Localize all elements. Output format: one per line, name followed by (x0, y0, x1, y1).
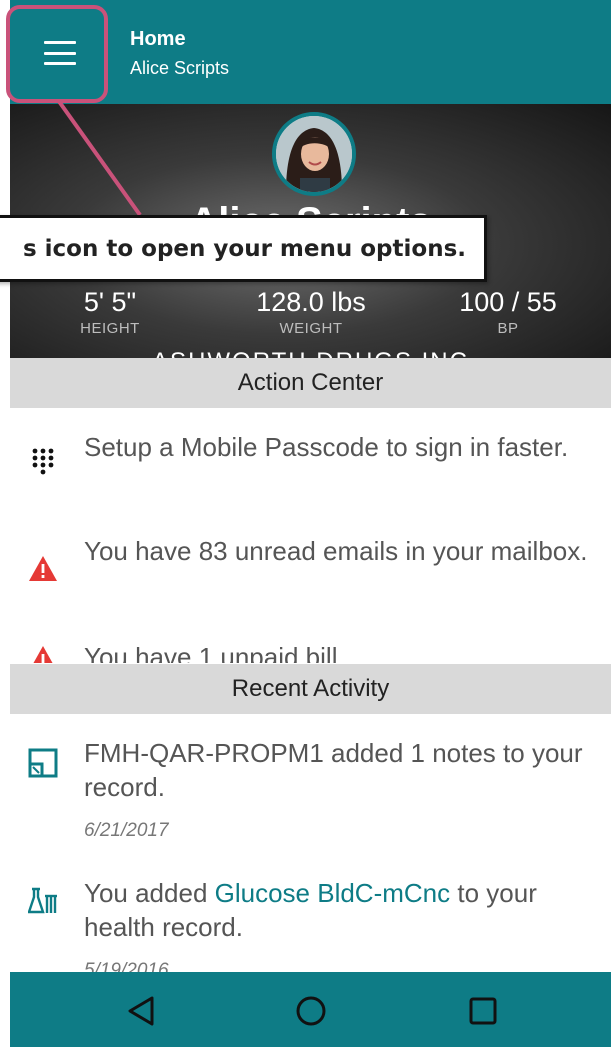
action-item-text: Setup a Mobile Passcode to sign in faste… (84, 432, 569, 462)
activity-item-date: 6/21/2017 (84, 820, 169, 841)
activity-item-text: FMH-QAR-PROPM1 added 1 notes to your rec… (84, 738, 583, 802)
menu-highlight-outline (6, 5, 108, 103)
height-stat: 5' 5" HEIGHT (20, 287, 200, 337)
warning-icon (29, 556, 57, 581)
bp-value: 100 / 55 (459, 287, 557, 317)
activity-item-text: You added Glucose BldC-mCnc to your heal… (84, 876, 604, 944)
warning-icon (33, 646, 53, 663)
home-circle-icon[interactable] (294, 994, 328, 1028)
activity-item-notes[interactable]: FMH-QAR-PROPM1 added 1 notes to your rec… (10, 736, 611, 856)
activity-item-date: 5/19/2016 (84, 960, 169, 972)
action-center-header: Action Center (10, 358, 611, 408)
height-label: HEIGHT (80, 320, 140, 337)
keypad-icon (32, 448, 54, 475)
page-title: Home (130, 28, 186, 50)
tutorial-tooltip: s icon to open your menu options. (0, 215, 487, 282)
action-item-bill[interactable]: You have 1 unpaid bill. (10, 640, 611, 663)
android-nav-bar (10, 972, 611, 1047)
page-subtitle: Alice Scripts (130, 58, 230, 78)
action-item-text: You have 83 unread emails in your mailbo… (84, 536, 588, 566)
activity-item-glucose[interactable]: You added Glucose BldC-mCnc to your heal… (10, 876, 611, 972)
activity-text-before: You added (84, 878, 215, 908)
phone-screen: Home Alice Scripts Alice Scripts 5' 5" H… (10, 0, 611, 1047)
avatar[interactable] (272, 112, 356, 196)
recent-activity-header: Recent Activity (10, 664, 611, 714)
weight-value: 128.0 lbs (256, 287, 366, 317)
back-triangle-icon[interactable] (124, 994, 158, 1028)
weight-stat: 128.0 lbs WEIGHT (221, 287, 401, 337)
lab-flask-icon (28, 887, 57, 914)
note-icon (28, 748, 58, 778)
recents-square-icon[interactable] (466, 994, 500, 1028)
action-item-passcode[interactable]: Setup a Mobile Passcode to sign in faste… (10, 430, 611, 510)
bp-label: BP (497, 320, 519, 337)
action-item-emails[interactable]: You have 83 unread emails in your mailbo… (10, 534, 611, 614)
recent-activity-list: FMH-QAR-PROPM1 added 1 notes to your rec… (10, 714, 611, 972)
height-value: 5' 5" (83, 287, 137, 317)
glucose-record-link[interactable]: Glucose BldC-mCnc (215, 878, 451, 908)
action-item-text: You have 1 unpaid bill. (84, 642, 345, 663)
action-center-list: Setup a Mobile Passcode to sign in faste… (10, 408, 611, 663)
bp-stat: 100 / 55 BP (418, 287, 598, 337)
weight-label: WEIGHT (279, 320, 343, 337)
